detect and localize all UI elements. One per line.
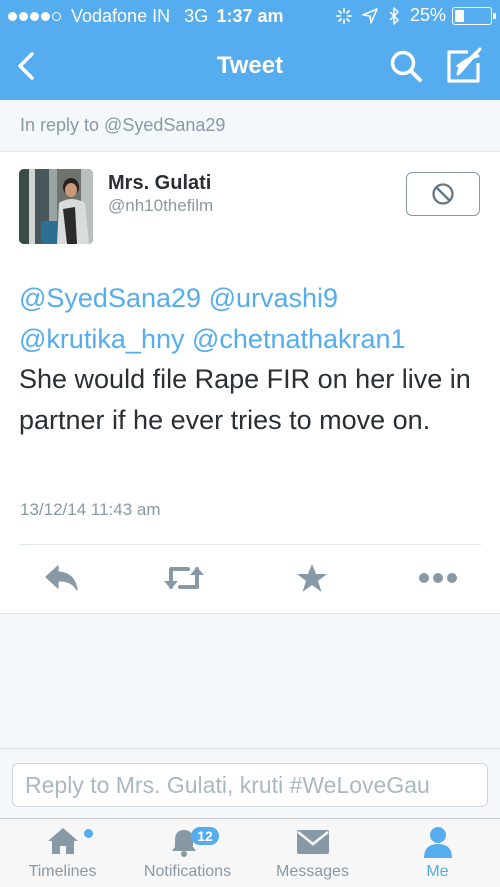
search-icon bbox=[390, 50, 422, 82]
tab-bar: Timelines 12 Notifications Messages Me bbox=[0, 818, 500, 887]
activity-spinner-icon bbox=[336, 7, 352, 24]
home-icon bbox=[46, 825, 80, 862]
reply-compose-bar bbox=[0, 748, 500, 818]
reply-icon bbox=[45, 565, 78, 591]
mention-link[interactable]: @urvashi9 bbox=[209, 283, 338, 313]
tab-label: Notifications bbox=[143, 863, 232, 880]
location-arrow-icon bbox=[362, 7, 378, 24]
reply-button[interactable] bbox=[40, 560, 84, 596]
person-icon bbox=[422, 825, 454, 864]
favorite-button[interactable] bbox=[290, 560, 334, 596]
avatar-image bbox=[19, 169, 93, 244]
tab-label: Messages bbox=[276, 863, 349, 880]
favorite-icon bbox=[297, 564, 327, 592]
notification-badge: 12 bbox=[191, 827, 219, 845]
tweet-timestamp: 13/12/14 11:43 am bbox=[20, 500, 161, 519]
navigation-bar: Tweet bbox=[0, 32, 500, 100]
bluetooth-icon bbox=[388, 6, 400, 25]
tweet-body: She would file Rape FIR on her live in p… bbox=[19, 364, 471, 435]
tab-messages[interactable]: Messages bbox=[250, 819, 375, 887]
envelope-icon bbox=[296, 829, 330, 860]
tweet-detail: Mrs. Gulati @nh10thefilm @SyedSana29 @ur… bbox=[0, 152, 500, 614]
reply-input[interactable] bbox=[12, 763, 488, 807]
author-name[interactable]: Mrs. Gulati bbox=[108, 172, 211, 195]
retweet-icon bbox=[164, 567, 204, 589]
block-icon bbox=[432, 183, 454, 205]
reply-context-text[interactable]: In reply to @SyedSana29 bbox=[20, 115, 225, 136]
status-bar: Vodafone IN 3G 1:37 am 25% bbox=[0, 0, 500, 32]
tab-label: Timelines bbox=[28, 863, 97, 880]
divider bbox=[19, 544, 481, 545]
mention-link[interactable]: @SyedSana29 bbox=[19, 283, 201, 313]
status-right: 25% bbox=[336, 5, 496, 26]
battery-percent: 25% bbox=[409, 5, 446, 25]
author-handle[interactable]: @nh10thefilm bbox=[108, 196, 213, 216]
block-button[interactable] bbox=[406, 172, 480, 216]
header: Vodafone IN 3G 1:37 am 25% Tweet bbox=[0, 0, 500, 100]
more-button[interactable] bbox=[416, 560, 460, 596]
avatar[interactable] bbox=[19, 169, 93, 244]
compose-icon bbox=[447, 47, 482, 83]
mention-link[interactable]: @krutika_hny bbox=[19, 324, 184, 354]
tab-notifications[interactable]: 12 Notifications bbox=[125, 819, 250, 887]
tab-timelines[interactable]: Timelines bbox=[0, 819, 125, 887]
retweet-button[interactable] bbox=[162, 560, 206, 596]
reply-context: In reply to @SyedSana29 bbox=[0, 100, 500, 152]
tweet-text: @SyedSana29 @urvashi9 @krutika_hny @chet… bbox=[19, 278, 484, 440]
mention-link[interactable]: @chetnathakran1 bbox=[192, 324, 406, 354]
battery-icon bbox=[452, 6, 496, 25]
page-title: Tweet bbox=[216, 52, 284, 79]
compose-button[interactable] bbox=[444, 46, 484, 86]
tab-label: Me bbox=[426, 863, 449, 880]
tab-me[interactable]: Me bbox=[375, 819, 500, 887]
search-button[interactable] bbox=[388, 48, 424, 84]
new-content-dot bbox=[84, 829, 93, 838]
more-icon bbox=[419, 573, 457, 583]
